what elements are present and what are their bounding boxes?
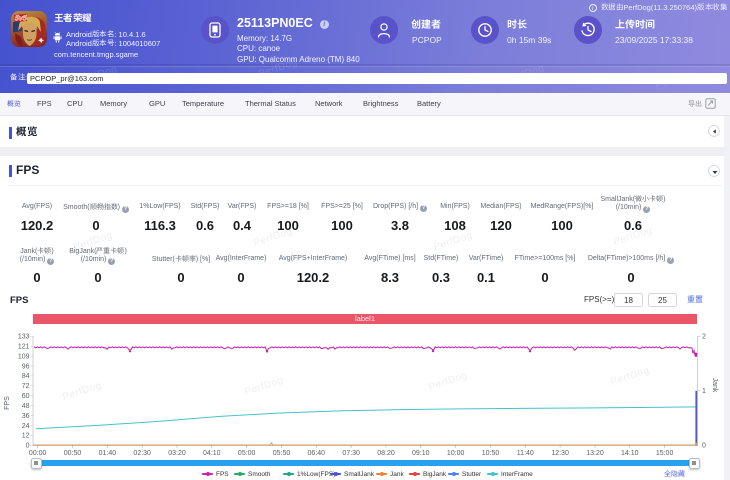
svg-text:5v5: 5v5 xyxy=(15,16,27,23)
svg-text:133: 133 xyxy=(18,334,30,341)
svg-text:05:00: 05:00 xyxy=(238,450,256,457)
svg-text:00:50: 00:50 xyxy=(64,450,82,457)
svg-text:10:50: 10:50 xyxy=(482,450,500,457)
svg-text:03:20: 03:20 xyxy=(168,450,186,457)
svg-text:00:00: 00:00 xyxy=(29,450,47,457)
svg-text:13:20: 13:20 xyxy=(586,450,604,457)
svg-text:02:30: 02:30 xyxy=(133,450,151,457)
svg-text:0: 0 xyxy=(26,443,30,450)
svg-text:84: 84 xyxy=(22,373,30,380)
svg-text:15:00: 15:00 xyxy=(656,450,674,457)
svg-text:2: 2 xyxy=(702,334,706,341)
svg-text:109: 109 xyxy=(18,353,30,360)
svg-text:96: 96 xyxy=(22,363,30,370)
svg-text:Jank: Jank xyxy=(711,378,718,393)
svg-text:0: 0 xyxy=(702,443,706,450)
svg-text:12:30: 12:30 xyxy=(551,450,569,457)
svg-text:121: 121 xyxy=(18,344,30,351)
svg-text:11:40: 11:40 xyxy=(517,450,534,457)
svg-text:60: 60 xyxy=(22,393,30,400)
svg-text:24: 24 xyxy=(22,423,30,430)
svg-text:05:50: 05:50 xyxy=(273,450,291,457)
svg-text:14:10: 14:10 xyxy=(621,450,639,457)
svg-text:12: 12 xyxy=(22,433,30,440)
svg-text:72: 72 xyxy=(22,383,30,390)
svg-text:1: 1 xyxy=(702,388,706,395)
svg-text:08:20: 08:20 xyxy=(377,450,395,457)
svg-text:09:10: 09:10 xyxy=(412,450,430,457)
svg-text:FPS: FPS xyxy=(4,396,11,410)
svg-text:36: 36 xyxy=(22,413,30,420)
svg-text:10:00: 10:00 xyxy=(447,450,465,457)
svg-text:06:40: 06:40 xyxy=(308,450,326,457)
svg-text:07:30: 07:30 xyxy=(342,450,360,457)
svg-text:01:40: 01:40 xyxy=(99,450,117,457)
svg-text:04:10: 04:10 xyxy=(203,450,221,457)
svg-text:48: 48 xyxy=(22,403,30,410)
